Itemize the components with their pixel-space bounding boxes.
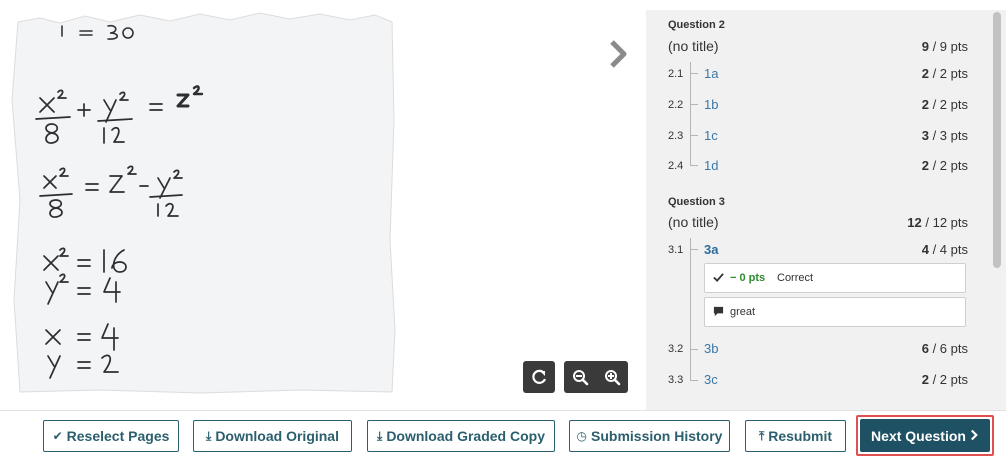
question-score: 12 / 12 pts <box>907 215 968 230</box>
chevron-right-icon <box>970 428 979 444</box>
part-number: 2.1 <box>668 68 684 80</box>
part-number: 2.2 <box>668 99 684 111</box>
resubmit-button[interactable]: ⤒ Resubmit <box>745 420 846 452</box>
upload-icon: ⤒ <box>758 428 765 443</box>
comment-text: great <box>730 306 756 318</box>
part-number: 2.3 <box>668 130 684 142</box>
zoom-controls <box>564 361 628 393</box>
part-link-1a[interactable]: 1a <box>704 66 718 81</box>
part-number: 2.4 <box>668 160 684 172</box>
tree-connector <box>690 250 698 350</box>
part-link-3c[interactable]: 3c <box>704 372 718 387</box>
rubric-points: − 0 pts <box>730 272 766 284</box>
question-title: (no title) <box>668 214 719 230</box>
part-score: 2 / 2 pts <box>921 372 968 387</box>
part-number: 3.2 <box>668 343 684 355</box>
submission-viewer <box>0 0 640 410</box>
download-original-button[interactable]: ⤓ Download Original <box>193 420 352 452</box>
question-heading: Question 2 <box>668 19 725 31</box>
rubric-item-correct[interactable]: − 0 pts Correct <box>704 263 966 293</box>
part-score: 2 / 2 pts <box>921 66 968 81</box>
tree-connector <box>690 136 698 166</box>
part-number: 3.3 <box>668 374 684 386</box>
part-score: 2 / 2 pts <box>921 158 968 173</box>
part-link-1c[interactable]: 1c <box>704 128 718 143</box>
tree-connector <box>690 74 698 105</box>
rotate-icon <box>532 369 547 384</box>
rotate-button[interactable] <box>523 361 555 393</box>
grader-comment: great <box>704 297 966 327</box>
toolbar-divider <box>0 410 1006 411</box>
checkmark-icon <box>713 272 724 286</box>
download-graded-copy-button[interactable]: ⤓ Download Graded Copy <box>367 420 555 452</box>
part-link-3b[interactable]: 3b <box>704 341 718 356</box>
chevron-right-icon[interactable] <box>604 38 632 70</box>
download-icon: ⤓ <box>206 428 212 443</box>
comment-icon <box>713 306 724 320</box>
zoom-out-icon[interactable] <box>564 361 596 393</box>
part-score: 3 / 3 pts <box>921 128 968 143</box>
tree-connector <box>690 105 698 136</box>
clock-icon: ◷ <box>576 429 587 443</box>
download-icon: ⤓ <box>377 428 383 443</box>
tree-connector <box>690 238 698 250</box>
part-score: 4 / 4 pts <box>921 242 968 257</box>
tree-connector <box>690 350 698 381</box>
part-score: 6 / 6 pts <box>921 341 968 356</box>
scanned-page <box>11 12 396 394</box>
next-question-button[interactable]: Next Question <box>860 419 990 452</box>
part-score: 2 / 2 pts <box>921 97 968 112</box>
question-heading: Question 3 <box>668 196 725 208</box>
question-title: (no title) <box>668 38 719 54</box>
part-link-1b[interactable]: 1b <box>704 97 718 112</box>
submission-history-button[interactable]: ◷ Submission History <box>569 420 730 452</box>
tree-connector <box>690 340 698 350</box>
part-link-1d[interactable]: 1d <box>704 158 718 173</box>
checkmark-icon: ✔ <box>52 429 63 443</box>
reselect-pages-button[interactable]: ✔ Reselect Pages <box>43 420 179 452</box>
part-link-3a[interactable]: 3a <box>704 242 718 257</box>
rubric-label: Correct <box>777 272 814 284</box>
tree-connector <box>690 62 698 74</box>
question-score: 9 / 9 pts <box>921 39 968 54</box>
scrollbar-thumb[interactable] <box>993 12 1001 268</box>
part-number: 3.1 <box>668 244 684 256</box>
zoom-in-icon[interactable] <box>596 361 628 393</box>
